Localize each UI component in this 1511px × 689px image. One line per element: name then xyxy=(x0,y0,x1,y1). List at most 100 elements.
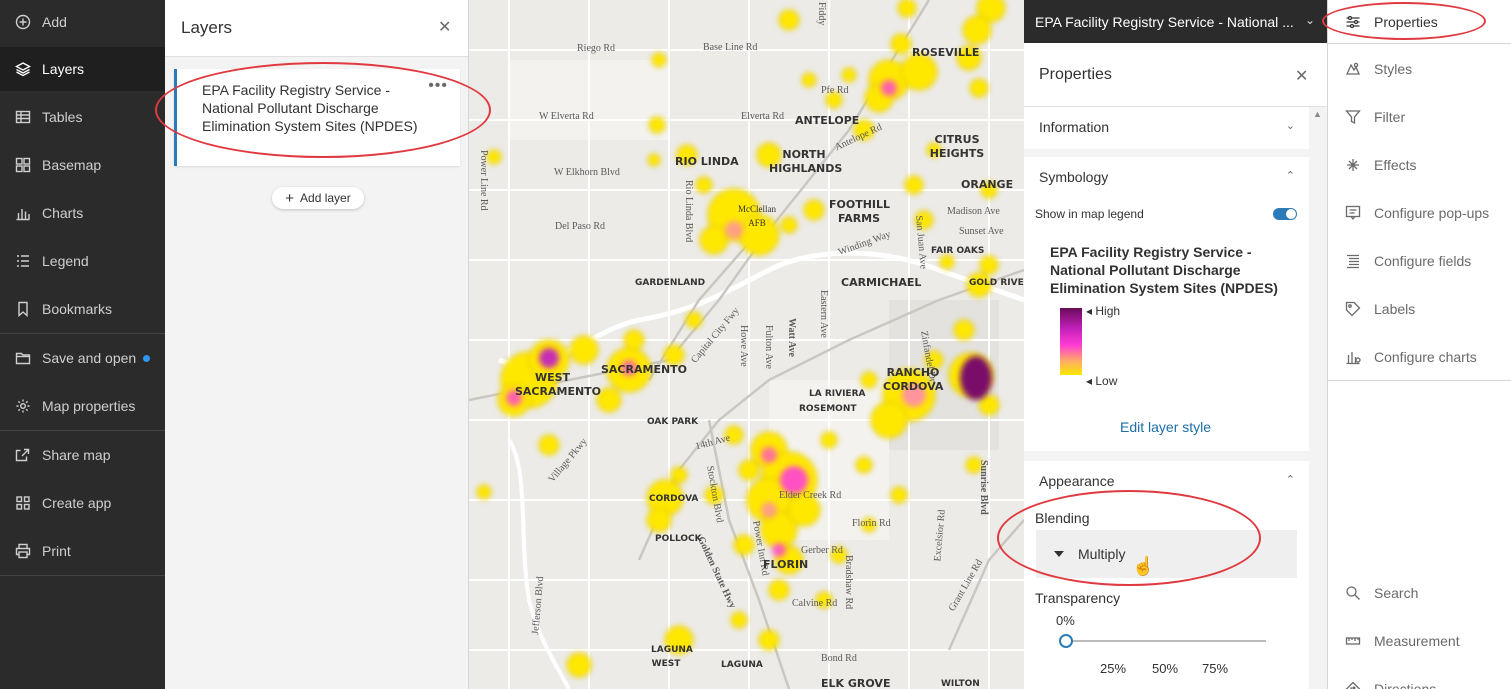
nav-add[interactable]: Add xyxy=(0,0,165,44)
chevron-up-icon: ⌃ xyxy=(1285,170,1295,182)
road-label: Power Line Rd xyxy=(478,150,489,211)
city-label: GARDENLAND xyxy=(635,278,706,288)
transparency-slider-track[interactable] xyxy=(1066,640,1266,642)
city-label: POLLOCK xyxy=(655,534,702,544)
nav-label: Save and open xyxy=(42,350,137,366)
close-icon[interactable]: ✕ xyxy=(438,17,451,37)
print-icon xyxy=(14,542,32,560)
map-view[interactable]: Riego Rd Base Line Rd W Elverta Rd Elver… xyxy=(469,0,1024,689)
city-label: GOLD RIVER xyxy=(969,278,1024,288)
scroll-up-icon[interactable]: ▲ xyxy=(1313,109,1322,119)
road-label: Sunset Ave xyxy=(959,226,1004,237)
blending-value: Multiply xyxy=(1078,546,1126,562)
city-label: WILTON xyxy=(941,679,980,689)
layer-selector-dropdown[interactable]: EPA Facility Registry Service - National… xyxy=(1024,0,1327,43)
appearance-header[interactable]: Appearance ⌃ xyxy=(1024,461,1309,501)
road-label: Del Paso Rd xyxy=(555,221,605,232)
nav-label: Create app xyxy=(42,495,112,511)
edit-layer-style-link[interactable]: Edit layer style xyxy=(1120,419,1211,435)
nav-label: Bookmarks xyxy=(42,301,113,317)
nav-bookmarks[interactable]: Bookmarks xyxy=(0,287,165,331)
road-label: Elverta Rd xyxy=(741,111,785,122)
city-label: SACRAMENTO xyxy=(601,363,688,376)
nav-share-map[interactable]: Share map xyxy=(0,433,165,477)
nav-tables[interactable]: Tables xyxy=(0,95,165,139)
tool-styles[interactable]: Styles xyxy=(1328,45,1511,93)
properties-panel: EPA Facility Registry Service - National… xyxy=(1024,0,1327,689)
tool-label: Labels xyxy=(1374,301,1416,317)
tool-properties[interactable]: Properties xyxy=(1328,0,1511,43)
properties-title: Properties xyxy=(1039,65,1112,83)
blending-select[interactable]: Multiply ☝ xyxy=(1036,530,1297,578)
road-label: Gerber Rd xyxy=(801,545,843,556)
tool-search[interactable]: Search xyxy=(1328,569,1511,617)
unsaved-indicator xyxy=(143,354,151,362)
nav-save-open[interactable]: Save and open xyxy=(0,336,165,380)
sparkle-icon xyxy=(1344,156,1362,174)
nav-print[interactable]: Print xyxy=(0,529,165,573)
nav-basemap[interactable]: Basemap xyxy=(0,143,165,187)
city-label: FAIR OAKS xyxy=(931,246,985,256)
close-icon[interactable]: ✕ xyxy=(1295,66,1308,86)
tool-effects[interactable]: Effects xyxy=(1328,141,1511,189)
nav-label: Basemap xyxy=(42,157,102,173)
tool-configure-charts[interactable]: Configure charts xyxy=(1328,333,1511,381)
tool-filter[interactable]: Filter xyxy=(1328,93,1511,141)
appearance-section: Appearance ⌃ Blending Multiply ☝ Transpa… xyxy=(1024,461,1309,689)
tick-label: 50% xyxy=(1152,661,1179,676)
more-options-icon[interactable]: ••• xyxy=(428,77,448,95)
city-label: CORDOVA xyxy=(649,494,699,504)
road-label: Riego Rd xyxy=(577,43,616,54)
road-label: Elder Creek Rd xyxy=(779,490,842,501)
nav-label: Map properties xyxy=(42,398,136,414)
city-label: ROSEVILLE xyxy=(912,46,980,59)
show-legend-toggle[interactable] xyxy=(1273,208,1297,220)
layers-panel-title: Layers xyxy=(181,18,233,37)
information-section[interactable]: Information ⌄ xyxy=(1024,107,1309,149)
nav-charts[interactable]: Charts xyxy=(0,191,165,235)
tool-configure-fields[interactable]: Configure fields xyxy=(1328,237,1511,285)
information-header[interactable]: Information ⌄ xyxy=(1024,107,1309,147)
road-label: Bradshaw Rd xyxy=(843,555,854,610)
filter-icon xyxy=(1344,108,1362,126)
city-label: OAK PARK xyxy=(647,417,699,427)
layers-panel-header: Layers xyxy=(165,0,468,57)
tool-measurement[interactable]: Measurement xyxy=(1328,617,1511,665)
city-label: ORANGE xyxy=(961,178,1014,191)
tool-label: Configure pop-ups xyxy=(1374,205,1490,221)
show-legend-label: Show in map legend xyxy=(1035,207,1144,221)
appearance-title: Appearance xyxy=(1039,473,1115,489)
transparency-slider-thumb[interactable] xyxy=(1059,634,1073,648)
layer-name: EPA Facility Registry Service - National… xyxy=(202,82,418,134)
bookmark-icon xyxy=(14,300,32,318)
layer-item[interactable]: EPA Facility Registry Service - National… xyxy=(174,69,460,166)
nav-create-app[interactable]: Create app xyxy=(0,481,165,525)
nav-layers[interactable]: Layers xyxy=(0,47,165,91)
legend-layer-title: EPA Facility Registry Service - National… xyxy=(1050,244,1278,296)
road-label: Base Line Rd xyxy=(703,42,758,53)
road-label: Fiddy xyxy=(816,2,827,26)
city-label: ANTELOPE xyxy=(795,114,860,127)
road-label: Bond Rd xyxy=(821,653,857,664)
tools-divider xyxy=(1328,43,1511,44)
add-layer-button[interactable]: + Add layer xyxy=(272,187,364,209)
tool-directions[interactable]: Directions xyxy=(1328,665,1511,689)
city-label: LAGUNA xyxy=(721,660,763,670)
nav-map-properties[interactable]: Map properties xyxy=(0,384,165,428)
apps-icon xyxy=(14,494,32,512)
fields-icon xyxy=(1344,252,1362,270)
tool-label: Search xyxy=(1374,585,1419,601)
nav-legend[interactable]: Legend xyxy=(0,239,165,283)
city-label: RIO LINDA xyxy=(675,155,739,168)
scrollbar[interactable]: ▲ xyxy=(1309,107,1327,689)
heat-color-ramp xyxy=(1060,308,1082,375)
city-label: ROSEMONT xyxy=(799,404,857,414)
tool-label: Configure charts xyxy=(1374,349,1477,365)
nav-divider xyxy=(0,333,165,334)
app-root: Add Layers Tables Basemap Charts Legend … xyxy=(0,0,1511,689)
tool-configure-popups[interactable]: Configure pop-ups xyxy=(1328,189,1511,237)
folder-icon xyxy=(14,349,32,367)
tool-labels[interactable]: Labels xyxy=(1328,285,1511,333)
road-label: W Elkhorn Blvd xyxy=(554,167,620,178)
symbology-header[interactable]: Symbology ⌃ xyxy=(1024,157,1309,197)
